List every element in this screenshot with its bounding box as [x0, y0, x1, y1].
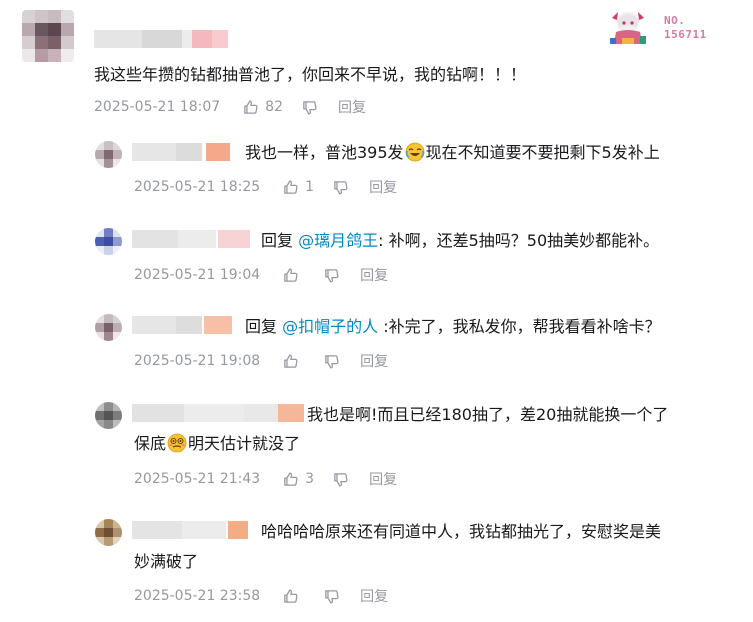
dislike-button[interactable]	[332, 471, 349, 488]
reply-prefix: 回复	[261, 231, 299, 250]
dislike-button[interactable]	[323, 588, 340, 605]
username[interactable]	[132, 230, 250, 248]
comment-time: 2025-05-21 18:25	[134, 179, 261, 195]
like-button[interactable]: 3	[282, 471, 314, 488]
reply-text-line2: 保底 明天估计就没了	[134, 431, 534, 457]
reply-item: 我也一样，普池395发 现在不知道要不要把剩下5发补上 2025-05-21 18…	[0, 135, 753, 205]
reply-button[interactable]: 回复	[369, 469, 397, 489]
mention-link[interactable]: @璃月鸽王	[298, 231, 378, 250]
reply-text: 哈哈哈哈原来还有同道中人，我钻都抽光了，安慰奖是美	[261, 519, 731, 545]
dislike-button[interactable]	[323, 267, 340, 284]
comment-time: 2025-05-21 19:08	[134, 353, 261, 369]
avatar[interactable]	[95, 141, 122, 168]
main-comment: NO. 156711 我这些年攒的钻都抽普池了，你回来不早说，我的钻啊！！！ 2…	[0, 0, 753, 125]
like-count: 82	[265, 99, 283, 115]
thumbs-up-icon	[244, 99, 258, 114]
reply-text-part: 妙满破了	[134, 552, 199, 571]
avatar[interactable]	[22, 10, 74, 62]
username[interactable]	[94, 30, 228, 48]
reply-text-part: 保底	[134, 434, 167, 453]
thumbs-down-icon	[325, 354, 339, 369]
reply-button[interactable]: 回复	[360, 265, 388, 285]
thumbs-down-icon	[325, 268, 339, 283]
thumbs-up-icon	[284, 471, 298, 486]
reply-text-part: 我也是啊!而且已经180抽了，差20抽就能换一个了	[307, 405, 669, 424]
comment-meta: 2025-05-21 19:08 回复	[134, 351, 388, 371]
like-button[interactable]	[282, 588, 305, 605]
comment-time: 2025-05-21 21:43	[134, 471, 261, 487]
like-button[interactable]: 1	[282, 179, 314, 196]
reply-text: 回复 @扣帽子的人 :补完了，我私发你，帮我看看补啥卡？	[245, 314, 725, 340]
thumbs-up-icon	[284, 353, 298, 368]
fan-badge: NO. 156711	[604, 8, 714, 48]
reply-button[interactable]: 回复	[360, 351, 388, 371]
dislike-button[interactable]	[323, 353, 340, 370]
avatar[interactable]	[95, 519, 122, 546]
reply-item: 我也是啊!而且已经180抽了，差20抽就能换一个了 保底 明天估计就没了 2025…	[0, 398, 753, 498]
like-button[interactable]: 82	[242, 99, 283, 116]
avatar[interactable]	[95, 228, 122, 255]
comment-time: 2025-05-21 23:58	[134, 588, 261, 604]
reply-text-part: : 补啊，还差5抽吗？50抽美妙都能补。	[378, 231, 660, 250]
thumbs-down-icon	[303, 100, 317, 115]
thumbs-up-icon	[284, 267, 298, 282]
reply-text-part: :补完了，我私发你，帮我看看补啥卡？	[378, 317, 661, 336]
reply-text-part: 明天估计就没了	[188, 434, 301, 453]
badge-number: 156711	[664, 28, 707, 41]
comment-meta: 2025-05-21 19:04 回复	[134, 265, 388, 285]
reply-text: 回复 @璃月鸽王: 补啊，还差5抽吗？50抽美妙都能补。	[261, 228, 741, 254]
like-count: 3	[305, 471, 315, 487]
thumbs-down-icon	[325, 589, 339, 604]
anime-character-icon	[610, 12, 646, 44]
comment-meta: 2025-05-21 23:58 回复	[134, 586, 388, 606]
mention-link[interactable]: @扣帽子的人	[282, 317, 378, 336]
username[interactable]	[132, 521, 248, 539]
dislike-button[interactable]	[332, 179, 349, 196]
reply-text-part: 现在不知道要不要把剩下5发补上	[425, 143, 660, 162]
comment-text: 我这些年攒的钻都抽普池了，你回来不早说，我的钻啊！！！	[94, 65, 527, 84]
dizzy-face-emoji	[167, 433, 187, 453]
like-button[interactable]	[282, 353, 305, 370]
reply-text-part: 我也一样，普池395发	[245, 143, 404, 162]
avatar[interactable]	[95, 314, 122, 341]
username[interactable]	[132, 143, 238, 161]
comment-time: 2025-05-21 19:04	[134, 267, 261, 283]
reply-text: 我也一样，普池395发 现在不知道要不要把剩下5发补上	[245, 140, 725, 166]
comment-meta: 2025-05-21 18:25 1 回复	[134, 177, 397, 197]
comment-meta: 2025-05-21 18:07 82 回复	[94, 97, 366, 117]
thumbs-up-icon	[284, 179, 298, 194]
comment-meta: 2025-05-21 21:43 3 回复	[134, 469, 397, 489]
like-button[interactable]	[282, 267, 305, 284]
badge-label: NO.	[664, 14, 686, 27]
reply-item: 回复 @璃月鸽王: 补啊，还差5抽吗？50抽美妙都能补。 2025-05-21 …	[0, 224, 753, 294]
reply-item: 回复 @扣帽子的人 :补完了，我私发你，帮我看看补啥卡？ 2025-05-21 …	[0, 310, 753, 380]
reply-prefix: 回复	[245, 317, 283, 336]
comment-time: 2025-05-21 18:07	[94, 99, 221, 115]
username[interactable]	[132, 316, 232, 334]
reply-button[interactable]: 回复	[369, 177, 397, 197]
crying-laughing-emoji	[405, 142, 424, 162]
thumbs-down-icon	[334, 180, 348, 195]
reply-button[interactable]: 回复	[360, 586, 388, 606]
reply-item: 哈哈哈哈原来还有同道中人，我钻都抽光了，安慰奖是美 妙满破了 2025-05-2…	[0, 515, 753, 615]
dislike-button[interactable]	[301, 99, 318, 116]
reply-text-line2: 妙满破了	[134, 549, 534, 575]
reply-text: 我也是啊!而且已经180抽了，差20抽就能换一个了	[307, 402, 727, 428]
reply-text-part: 哈哈哈哈原来还有同道中人，我钻都抽光了，安慰奖是美	[261, 522, 662, 541]
thumbs-up-icon	[284, 588, 298, 603]
avatar[interactable]	[95, 402, 122, 429]
like-count: 1	[305, 179, 315, 195]
username[interactable]	[132, 404, 304, 422]
reply-button[interactable]: 回复	[338, 97, 366, 117]
thumbs-down-icon	[334, 472, 348, 487]
